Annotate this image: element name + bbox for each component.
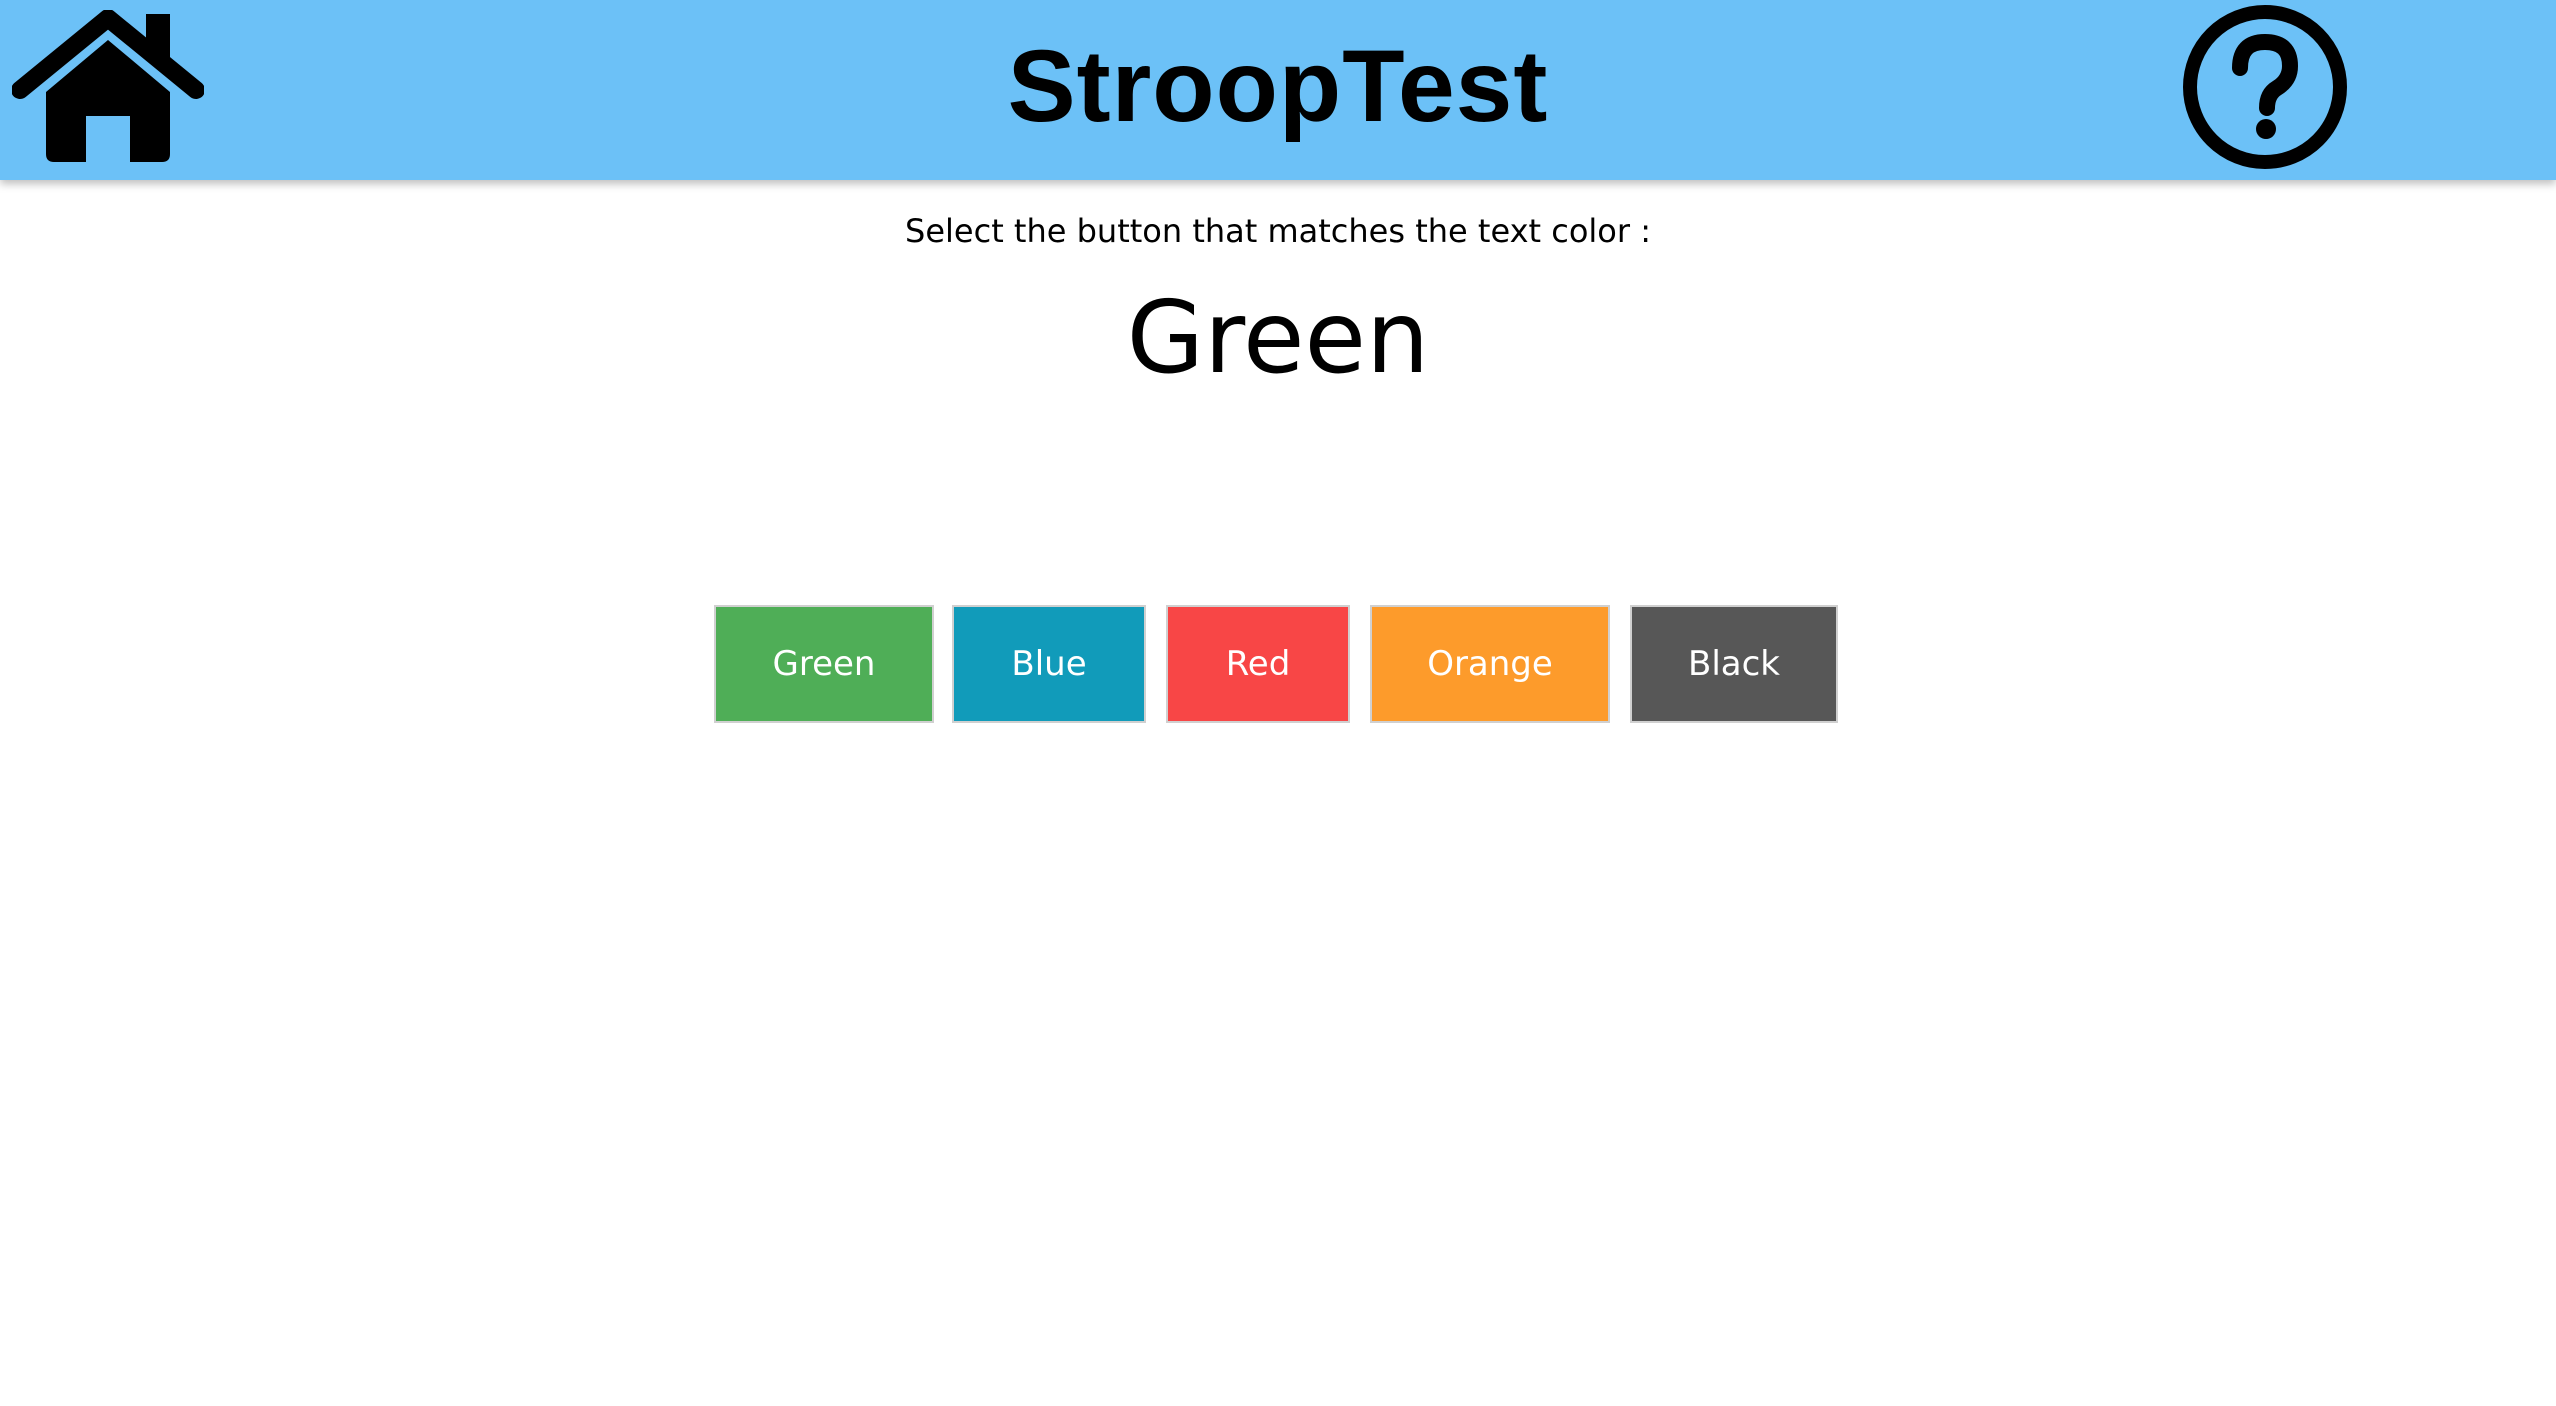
app-title: StroopTest [1007, 29, 1549, 143]
header-bar: StroopTest [0, 0, 2556, 180]
choice-button-black[interactable]: Black [1630, 605, 1838, 723]
help-button[interactable] [2182, 4, 2348, 170]
choice-button-red[interactable]: Red [1166, 605, 1350, 723]
choice-button-blue[interactable]: Blue [952, 605, 1146, 723]
instruction-text: Select the button that matches the text … [905, 212, 1651, 250]
choice-button-green[interactable]: Green [714, 605, 934, 723]
question-circle-icon [2183, 5, 2347, 169]
stimulus-word: Green [1126, 279, 1430, 396]
choice-button-orange[interactable]: Orange [1370, 605, 1610, 723]
